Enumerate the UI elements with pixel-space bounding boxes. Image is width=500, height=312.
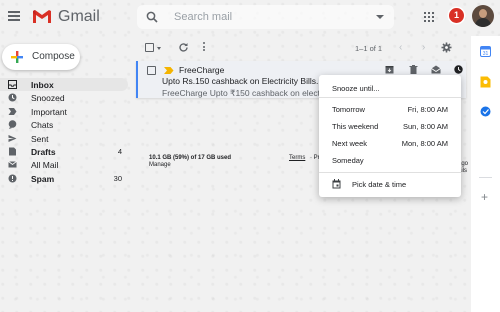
account-avatar[interactable] [472, 5, 494, 27]
snooze-menu-title: Snooze until... [332, 84, 380, 93]
email-snippet: FreeCharge Upto ₹150 cashback on electri… [162, 88, 322, 98]
select-all-checkbox[interactable] [145, 43, 154, 52]
inbox-icon [8, 80, 17, 89]
sidebar-item-all-mail[interactable]: All Mail [0, 158, 128, 171]
pagination-range: 1–1 of 1 [355, 44, 383, 53]
older-page-icon[interactable]: › [422, 42, 425, 53]
calendar-icon[interactable]: 31 [480, 46, 491, 57]
snooze-option-next-week[interactable]: Next week Mon, 8:00 AM [319, 135, 461, 152]
search-options-icon[interactable] [376, 15, 384, 19]
plus-icon [11, 51, 23, 63]
email-checkbox[interactable] [147, 66, 156, 75]
mail-toolbar: 1–1 of 1 ‹ › [136, 38, 466, 58]
gmail-logo-icon[interactable] [32, 9, 52, 24]
sidebar-item-sent[interactable]: Sent [0, 132, 128, 145]
side-panel: 31 + [471, 36, 500, 312]
email-sender: FreeCharge [179, 65, 225, 75]
snooze-option-someday[interactable]: Someday [319, 152, 461, 169]
svg-text:31: 31 [483, 51, 489, 57]
snooze-option-this-weekend[interactable]: This weekend Sun, 8:00 AM [319, 118, 461, 135]
newer-page-icon[interactable]: ‹ [399, 42, 402, 53]
email-subject: Upto Rs.150 cashback on Electricity Bill… [162, 76, 322, 86]
search-icon[interactable] [146, 11, 158, 23]
snooze-menu: Snooze until... Tomorrow Fri, 8:00 AM Th… [319, 75, 461, 197]
search-input[interactable] [174, 9, 354, 25]
archive-icon[interactable] [385, 65, 394, 74]
notification-badge[interactable]: 1 [449, 8, 464, 23]
tasks-icon[interactable] [480, 106, 491, 117]
main-menu-icon[interactable] [8, 11, 20, 21]
sidebar-item-important[interactable]: Important [0, 105, 128, 118]
delete-icon[interactable] [409, 65, 418, 74]
send-icon [8, 134, 17, 142]
search-bar[interactable] [137, 5, 394, 29]
clock-icon [8, 93, 17, 102]
sidebar-item-chats[interactable]: Chats [0, 118, 128, 131]
chat-icon [8, 120, 17, 130]
snooze-option-tomorrow[interactable]: Tomorrow Fri, 8:00 AM [319, 101, 461, 118]
storage-usage: 10.1 GB (59%) of 17 GB used [149, 155, 232, 161]
sidebar-item-drafts[interactable]: Drafts 4 [0, 145, 128, 158]
sidebar-item-spam[interactable]: Spam 30 [0, 172, 128, 185]
compose-button[interactable]: Compose [2, 44, 80, 70]
snooze-clock-icon[interactable] [454, 65, 463, 74]
menu-divider [319, 172, 461, 173]
importance-marker-icon[interactable] [164, 67, 174, 74]
get-addons-icon[interactable]: + [481, 190, 488, 204]
draft-icon [9, 147, 16, 156]
top-bar: Gmail 1 [0, 0, 500, 36]
panel-divider [479, 177, 492, 178]
app-brand: Gmail [58, 8, 100, 25]
sidebar-nav: Inbox Snoozed Important Chats Sent Draft… [0, 78, 128, 185]
sidebar-item-snoozed[interactable]: Snoozed [0, 91, 128, 104]
keep-icon[interactable] [480, 76, 491, 88]
refresh-icon[interactable] [178, 42, 189, 53]
pick-date-time-option[interactable]: Pick date & time [319, 176, 461, 193]
terms-link[interactable]: Terms [289, 155, 305, 161]
settings-gear-icon[interactable] [441, 42, 452, 53]
compose-label: Compose [32, 51, 75, 62]
mail-icon [8, 161, 17, 168]
sidebar-item-inbox[interactable]: Inbox [0, 78, 128, 92]
manage-storage-link[interactable]: Manage [149, 162, 171, 168]
mark-read-icon[interactable] [431, 65, 441, 74]
drafts-count: 4 [117, 146, 122, 156]
menu-divider [319, 97, 461, 98]
select-options-icon[interactable] [157, 47, 161, 50]
more-options-icon[interactable] [203, 42, 206, 53]
spam-icon [8, 174, 17, 183]
important-icon [8, 107, 17, 115]
calendar-event-icon [332, 179, 341, 189]
apps-grid-icon[interactable] [424, 12, 434, 22]
spam-count: 30 [113, 173, 122, 183]
